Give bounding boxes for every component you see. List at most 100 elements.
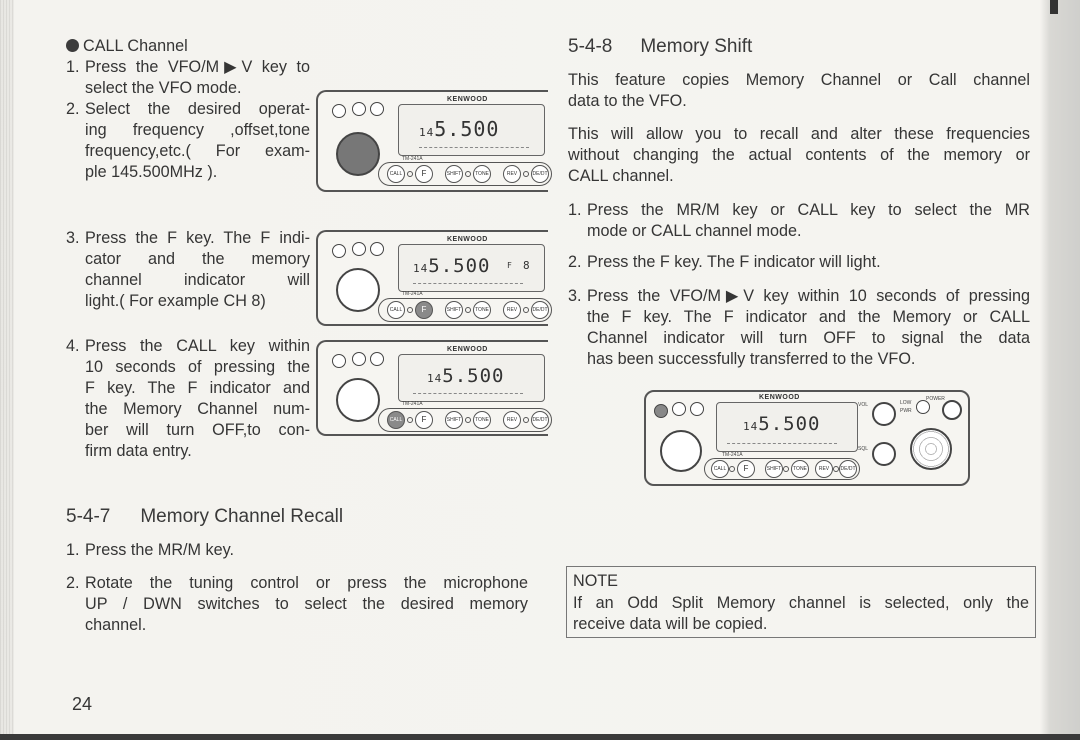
squelch-knob-icon bbox=[872, 442, 896, 466]
paragraph-line: data to the VFO. bbox=[568, 92, 687, 110]
led-icon bbox=[407, 417, 413, 423]
dedt-key-icon: DE/DT bbox=[531, 411, 549, 429]
knob-icon bbox=[370, 242, 384, 256]
led-icon bbox=[465, 417, 471, 423]
step-line: mode or CALL channel mode. bbox=[587, 222, 802, 240]
frequency-main: 5.500 bbox=[442, 365, 505, 387]
step-number: 2. bbox=[568, 253, 582, 271]
shift-key-icon: SHIFT bbox=[445, 411, 463, 429]
step-line: ber will turn OFF,to con- bbox=[85, 421, 310, 439]
step-line: Press the MR/M key or CALL key to select… bbox=[587, 201, 1030, 219]
knob-icon bbox=[332, 104, 346, 118]
lcd-display: KENWOOD 145.500 bbox=[398, 346, 545, 402]
tone-key-icon: TONE bbox=[791, 460, 809, 478]
step-line: UP / DWN switches to select the desired … bbox=[85, 595, 528, 613]
rev-key-icon: REV bbox=[503, 165, 521, 183]
knob-icon bbox=[332, 354, 346, 368]
section-heading-5-4-8: 5-4-8 Memory Shift bbox=[568, 36, 752, 58]
note-label: NOTE bbox=[573, 572, 618, 590]
paragraph-line: CALL channel. bbox=[568, 167, 674, 185]
step-line: has been successfully transferred to the… bbox=[587, 350, 916, 368]
mic-connector-icon bbox=[910, 428, 952, 470]
step-line: select the VFO mode. bbox=[85, 79, 242, 97]
frequency-prefix: 14 bbox=[743, 420, 759, 433]
signal-meter bbox=[727, 443, 837, 445]
paragraph-line: without changing the actual contents of … bbox=[568, 146, 1030, 164]
frequency-readout: 145.500 bbox=[413, 255, 490, 277]
brand-logo: KENWOOD bbox=[447, 346, 488, 353]
vfo-knob-icon bbox=[654, 404, 668, 418]
frequency-prefix: 14 bbox=[419, 126, 435, 139]
power-button-icon bbox=[942, 400, 962, 420]
section-title: Memory Shift bbox=[640, 36, 753, 57]
frequency-prefix: 14 bbox=[427, 372, 443, 385]
knob-icon bbox=[672, 402, 686, 416]
dedt-key-icon: DE/DT bbox=[531, 301, 549, 319]
key-row: CALL F SHIFT TONE REV DE/DT bbox=[704, 458, 860, 480]
signal-meter bbox=[419, 147, 529, 149]
tone-key-icon: TONE bbox=[473, 411, 491, 429]
shift-key-icon: SHIFT bbox=[445, 165, 463, 183]
frequency-prefix: 14 bbox=[413, 262, 429, 275]
model-label: TM-241A bbox=[402, 401, 423, 407]
tuning-dial-icon bbox=[660, 430, 702, 472]
step-number: 4. bbox=[66, 337, 80, 355]
tone-key-icon: TONE bbox=[473, 301, 491, 319]
knob-icon bbox=[352, 242, 366, 256]
knob-icon bbox=[370, 102, 384, 116]
brand-logo: KENWOOD bbox=[447, 96, 488, 103]
call-channel-heading: CALL Channel bbox=[66, 36, 188, 57]
step-line: Press the MR/M key. bbox=[85, 541, 235, 559]
led-icon bbox=[783, 466, 789, 472]
page-bottom-edge bbox=[0, 734, 1080, 740]
step-line: Press the VFO/M▶V key within 10 seconds … bbox=[587, 287, 1030, 305]
page-number: 24 bbox=[72, 694, 93, 714]
radio-illustration-call-pressed: KENWOOD 145.500 TM-241A CALL F SHIFT TON… bbox=[316, 340, 552, 436]
page-binding-shadow bbox=[0, 0, 14, 740]
frequency-readout: 145.500 bbox=[427, 365, 504, 387]
step-number: 2. bbox=[66, 100, 80, 118]
intro-paragraph-2: This will allow you to recall and alter … bbox=[568, 124, 1030, 187]
radio-illustration-full: KENWOOD 145.500 VOL SQL LOW PWR POWER TM… bbox=[644, 390, 970, 486]
paragraph-line: This feature copies Memory Channel or Ca… bbox=[568, 71, 1030, 89]
note-box: NOTE If an Odd Split Memory channel is s… bbox=[566, 566, 1036, 638]
step-number: 3. bbox=[66, 229, 80, 247]
key-row: CALL F SHIFT TONE REV DE/DT bbox=[378, 298, 552, 322]
frequency-readout: 145.500 bbox=[419, 117, 499, 141]
lcd-display: KENWOOD 145.500 F 8 bbox=[398, 236, 545, 292]
step-line: Channel indicator will turn OFF to signa… bbox=[587, 329, 1030, 347]
note-line: receive data will be copied. bbox=[573, 615, 768, 633]
volume-knob-icon bbox=[872, 402, 896, 426]
f-key-pressed-icon: F bbox=[415, 301, 433, 319]
signal-meter bbox=[413, 393, 523, 395]
intro-paragraph-1: This feature copies Memory Channel or Ca… bbox=[568, 70, 1030, 112]
f-indicator: F bbox=[507, 261, 512, 270]
section-number: 5-4-7 bbox=[66, 506, 111, 527]
step-line: ple 145.500MHz ). bbox=[85, 163, 218, 181]
sql-label: SQL bbox=[858, 446, 869, 452]
frequency-main: 5.500 bbox=[428, 255, 491, 277]
paragraph-line: This will allow you to recall and alter … bbox=[568, 125, 1030, 143]
step-number: 1. bbox=[568, 201, 582, 219]
step-line: channel indicator will bbox=[85, 271, 310, 289]
signal-meter bbox=[413, 283, 523, 285]
step-line: light.( For example CH 8) bbox=[85, 292, 266, 310]
rev-key-icon: REV bbox=[815, 460, 833, 478]
call-key-icon: CALL bbox=[387, 301, 405, 319]
knob-icon bbox=[370, 352, 384, 366]
rev-key-icon: REV bbox=[503, 301, 521, 319]
led-icon bbox=[523, 417, 529, 423]
call-key-icon: CALL bbox=[387, 165, 405, 183]
led-icon bbox=[465, 307, 471, 313]
f-key-icon: F bbox=[415, 411, 433, 429]
brand-logo: KENWOOD bbox=[447, 236, 488, 243]
step-number: 2. bbox=[66, 574, 80, 592]
section-heading-5-4-7: 5-4-7 Memory Channel Recall bbox=[66, 506, 343, 528]
brand-logo: KENWOOD bbox=[759, 394, 800, 401]
led-icon bbox=[523, 307, 529, 313]
step-number: 1. bbox=[66, 58, 80, 76]
step-line: Select the desired operat- bbox=[85, 100, 310, 118]
vol-label: VOL bbox=[858, 402, 869, 408]
frequency-readout: 145.500 bbox=[743, 413, 820, 435]
knob-icon bbox=[352, 102, 366, 116]
